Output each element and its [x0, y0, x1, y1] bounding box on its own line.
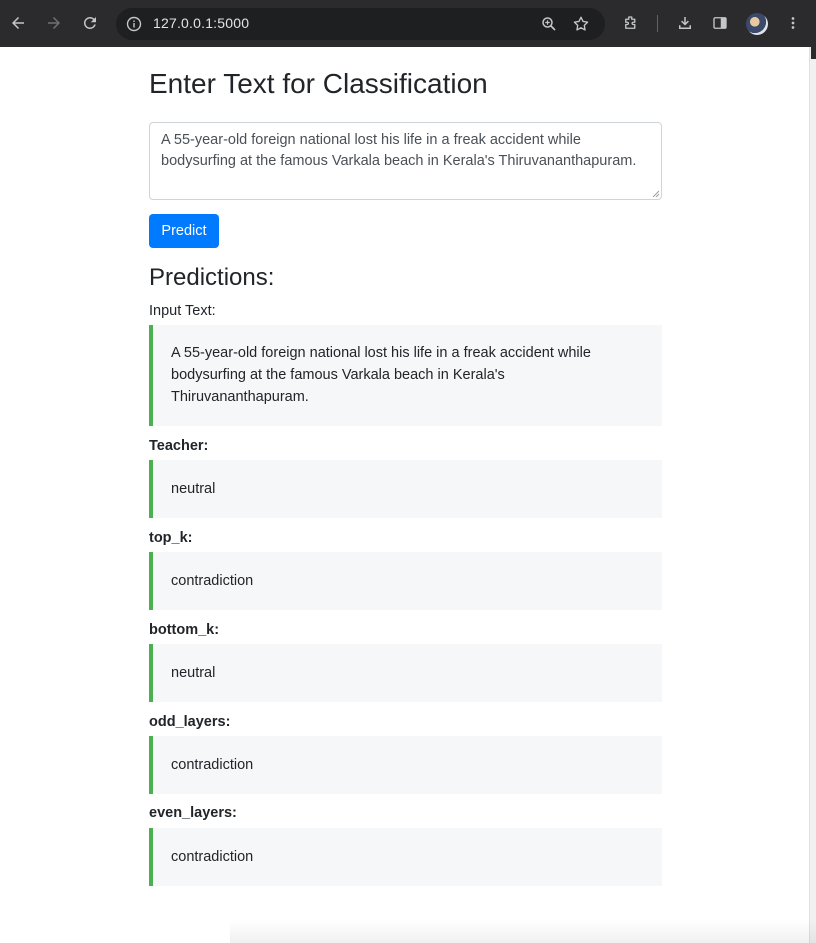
teacher-result-box: neutral	[149, 460, 662, 518]
teacher-result: neutral	[171, 481, 216, 497]
resize-grip-icon[interactable]	[652, 190, 660, 198]
bottom-k-result-box: neutral	[149, 644, 662, 702]
window-edge	[809, 47, 816, 943]
page-shadow	[230, 920, 816, 943]
extensions-icon[interactable]	[619, 11, 643, 35]
top-k-result: contradiction	[171, 573, 254, 589]
side-panel-icon[interactable]	[708, 11, 732, 35]
teacher-label: Teacher:	[149, 438, 209, 454]
input-text-value: A 55-year-old foreign national lost his …	[171, 345, 591, 405]
info-icon[interactable]	[126, 16, 142, 32]
even-layers-result: contradiction	[171, 849, 254, 865]
text-input[interactable]: A 55-year-old foreign national lost his …	[149, 122, 662, 200]
odd-layers-result-box: contradiction	[149, 736, 662, 794]
top-k-label: top_k:	[149, 530, 193, 546]
predict-button[interactable]: Predict	[149, 214, 219, 248]
bottom-k-result: neutral	[171, 665, 216, 681]
odd-layers-result: contradiction	[171, 757, 254, 773]
address-bar[interactable]: 127.0.0.1:5000	[116, 8, 605, 40]
star-icon[interactable]	[572, 15, 590, 33]
odd-layers-label: odd_layers:	[149, 714, 231, 730]
even-layers-result-box: contradiction	[149, 828, 662, 886]
input-text-label: Input Text:	[149, 303, 216, 319]
back-icon[interactable]	[6, 11, 30, 35]
top-k-result-box: contradiction	[149, 552, 662, 610]
bottom-k-label: bottom_k:	[149, 622, 220, 638]
toolbar-separator	[657, 15, 658, 32]
reload-icon[interactable]	[78, 11, 102, 35]
page-title: Enter Text for Classification	[149, 68, 488, 99]
window-edge-tick	[811, 47, 816, 59]
even-layers-label: even_layers:	[149, 805, 237, 821]
avatar[interactable]	[746, 13, 768, 35]
zoom-icon[interactable]	[540, 15, 558, 33]
download-icon[interactable]	[673, 11, 697, 35]
more-icon[interactable]	[781, 11, 805, 35]
browser-toolbar: 127.0.0.1:5000	[0, 0, 816, 47]
input-text-box: A 55-year-old foreign national lost his …	[149, 325, 662, 426]
predictions-heading: Predictions:	[149, 264, 275, 291]
forward-icon[interactable]	[42, 11, 66, 35]
url-text[interactable]: 127.0.0.1:5000	[153, 15, 249, 31]
